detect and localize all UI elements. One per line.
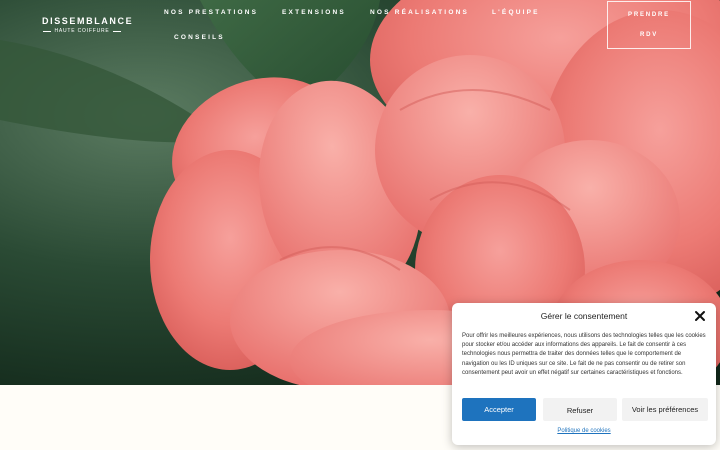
preferences-button[interactable]: Voir les préférences [622,398,708,421]
close-icon[interactable] [694,310,706,322]
accept-button[interactable]: Accepter [462,398,536,421]
logo-divider [112,30,121,32]
nav-prestations[interactable]: NOS PRESTATIONS [164,9,258,16]
nav-conseils[interactable]: CONSEILS [174,34,225,41]
logo-name: DISSEMBLANCE [42,16,134,26]
cta-line2: RDV [639,32,659,38]
consent-title: Gérer le consentement [540,311,628,321]
cta-line1: PRENDRE [628,12,670,18]
consent-text: Pour offrir les meilleures expériences, … [462,333,706,376]
logo-sub-text: HAUTE COIFFURE [54,28,110,34]
logo-divider [43,30,52,32]
nav-extensions[interactable]: EXTENSIONS [282,9,346,16]
refuse-button[interactable]: Refuser [543,398,617,421]
cookie-policy-link[interactable]: Politique de cookies [452,428,716,434]
book-appointment-button[interactable]: PRENDRE RDV [607,1,691,49]
consent-dialog: Gérer le consentement Pour offrir les me… [452,303,716,445]
logo-subtitle: HAUTE COIFFURE [42,28,122,34]
nav-realisations[interactable]: NOS RÉALISATIONS [370,9,469,16]
nav-equipe[interactable]: L'ÉQUIPE [492,9,540,16]
site-logo[interactable]: DISSEMBLANCE HAUTE COIFFURE [42,16,134,34]
